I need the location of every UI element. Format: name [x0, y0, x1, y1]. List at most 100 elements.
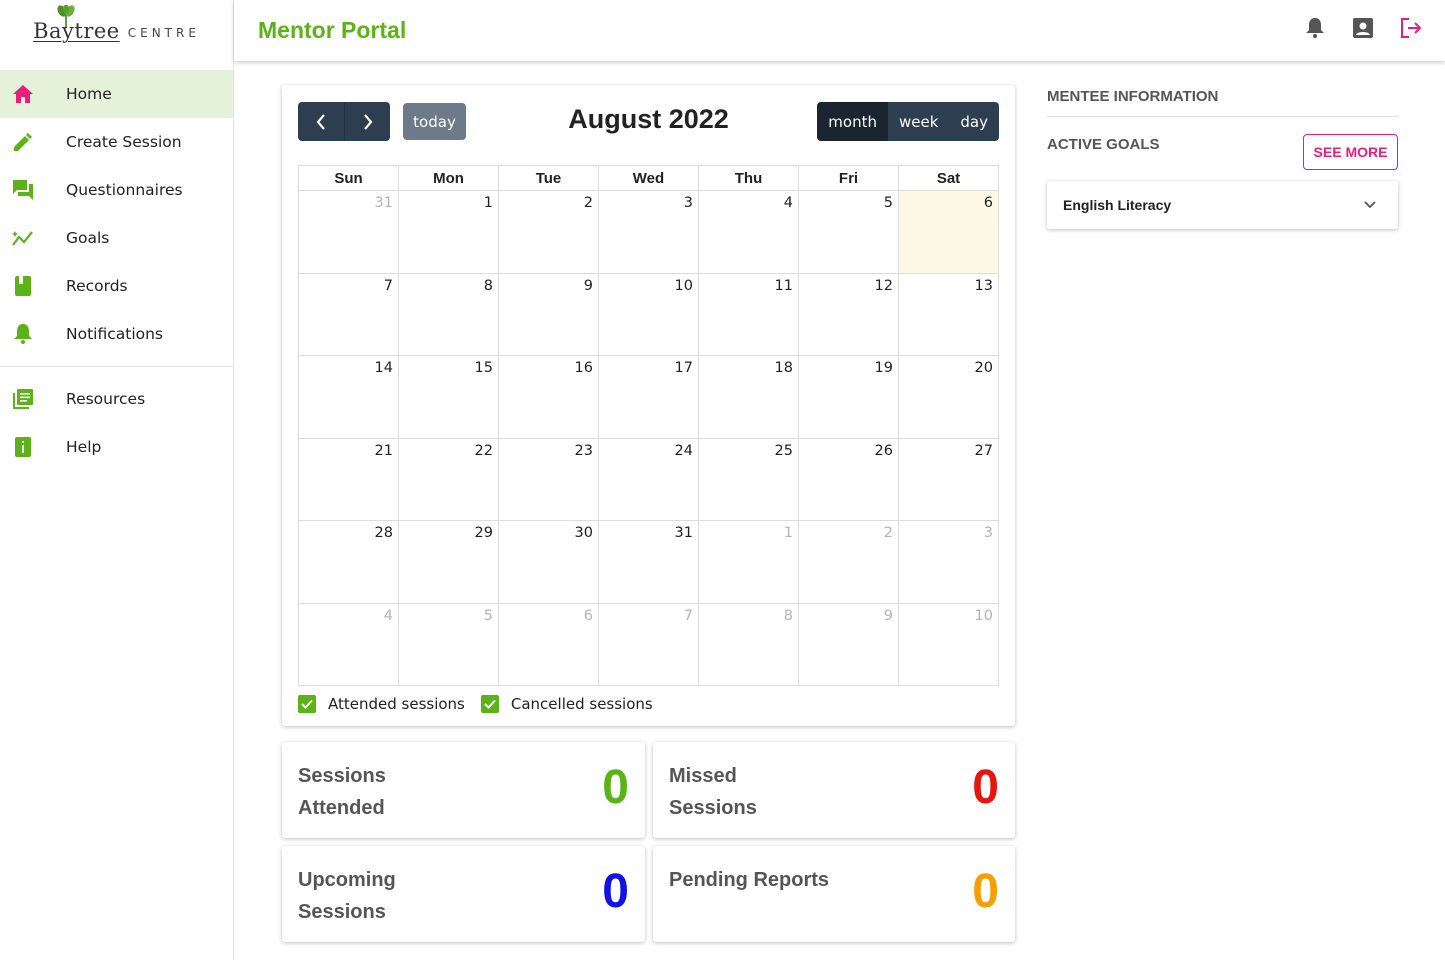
active-goals-heading: ACTIVE GOALS	[1047, 136, 1160, 153]
calendar-day-cell[interactable]: 10	[598, 272, 699, 356]
weekday-header: Tue	[498, 165, 599, 191]
weekday-header-row: Sun Mon Tue Wed Thu Fri Sat	[298, 165, 999, 191]
calendar-day-cell[interactable]: 20	[898, 355, 999, 439]
calendar-day-cell[interactable]: 7	[298, 272, 399, 356]
sidebar-item-questionnaires[interactable]: Questionnaires	[0, 166, 233, 214]
stat-value: 0	[972, 761, 999, 814]
legend-label: Cancelled sessions	[510, 695, 653, 713]
calendar-day-cell[interactable]: 26	[798, 437, 899, 521]
calendar-day-cell[interactable]: 29	[398, 520, 499, 604]
sidebar-divider	[0, 366, 233, 367]
calendar-day-cell[interactable]: 19	[798, 355, 899, 439]
calendar-day-cell-today[interactable]: 6	[898, 190, 999, 274]
calendar-day-cell[interactable]: 2	[798, 520, 899, 604]
bell-icon	[12, 323, 34, 345]
stat-label: Pending Reports	[669, 869, 830, 891]
sidebar-item-label: Help	[66, 438, 102, 456]
sidebar-item-home[interactable]: Home	[0, 70, 233, 118]
calendar-nav-group	[298, 102, 390, 141]
calendar-day-cell[interactable]: 17	[598, 355, 699, 439]
calendar-day-cell[interactable]: 16	[498, 355, 599, 439]
calendar-day-cell[interactable]: 11	[698, 272, 799, 356]
sparkline-icon	[12, 227, 34, 249]
chevron-left-icon	[316, 113, 325, 130]
book-icon	[12, 275, 34, 297]
calendar-day-cell[interactable]: 8	[698, 602, 799, 686]
weekday-header: Sun	[298, 165, 399, 191]
calendar-day-cell[interactable]: 12	[798, 272, 899, 356]
sidebar-item-notifications[interactable]: Notifications	[0, 310, 233, 358]
calendar-day-cell[interactable]: 24	[598, 437, 699, 521]
sidebar-item-goals[interactable]: Goals	[0, 214, 233, 262]
calendar-day-cell[interactable]: 8	[398, 272, 499, 356]
calendar-day-cell[interactable]: 4	[698, 190, 799, 274]
checkbox-checked-icon	[298, 695, 316, 713]
calendar-day-cell[interactable]: 15	[398, 355, 499, 439]
calendar-day-cell[interactable]: 4	[298, 602, 399, 686]
chevron-right-icon	[363, 113, 372, 130]
calendar-day-cell[interactable]: 30	[498, 520, 599, 604]
calendar-day-cell[interactable]: 9	[798, 602, 899, 686]
header-actions	[1301, 14, 1425, 42]
notifications-button[interactable]	[1301, 14, 1329, 42]
active-goals-header: ACTIVE GOALS SEE MORE	[1047, 124, 1398, 172]
calendar-day-cell[interactable]: 28	[298, 520, 399, 604]
calendar-week-row: 28 29 30 31 1 2 3	[298, 520, 999, 604]
next-month-button[interactable]	[344, 102, 390, 141]
calendar-day-cell[interactable]: 1	[398, 190, 499, 274]
calendar-day-cell[interactable]: 27	[898, 437, 999, 521]
calendar-day-cell[interactable]: 25	[698, 437, 799, 521]
sidebar-item-label: Create Session	[66, 133, 182, 151]
calendar-day-cell[interactable]: 5	[798, 190, 899, 274]
profile-button[interactable]	[1349, 14, 1377, 42]
calendar-day-cell[interactable]: 7	[598, 602, 699, 686]
pencil-icon	[12, 131, 34, 153]
view-day-button[interactable]: day	[949, 102, 999, 141]
sidebar-item-create-session[interactable]: Create Session	[0, 118, 233, 166]
calendar-week-row: 21 22 23 24 25 26 27	[298, 437, 999, 521]
weekday-header: Sat	[898, 165, 999, 191]
calendar-day-cell[interactable]: 22	[398, 437, 499, 521]
prev-month-button[interactable]	[298, 102, 344, 141]
today-button[interactable]: today	[403, 103, 466, 140]
calendar-day-cell[interactable]: 5	[398, 602, 499, 686]
mentee-panel: MENTEE INFORMATION ACTIVE GOALS SEE MORE…	[1047, 88, 1398, 229]
calendar-day-cell[interactable]: 3	[598, 190, 699, 274]
calendar-day-cell[interactable]: 1	[698, 520, 799, 604]
chevron-down-icon	[1364, 201, 1376, 209]
calendar-day-cell[interactable]: 23	[498, 437, 599, 521]
bell-icon	[1306, 18, 1324, 38]
cancelled-sessions-checkbox[interactable]: Cancelled sessions	[480, 695, 653, 713]
legend-label: Attended sessions	[328, 695, 465, 713]
calendar-day-cell[interactable]: 21	[298, 437, 399, 521]
logout-button[interactable]	[1397, 14, 1425, 42]
sidebar-item-records[interactable]: Records	[0, 262, 233, 310]
calendar-day-cell[interactable]: 18	[698, 355, 799, 439]
view-week-button[interactable]: week	[887, 102, 950, 141]
attended-sessions-checkbox[interactable]: Attended sessions	[298, 695, 465, 713]
calendar-day-cell[interactable]: 9	[498, 272, 599, 356]
sidebar-item-label: Records	[66, 277, 128, 295]
sidebar-item-help[interactable]: Help	[0, 423, 233, 471]
page-title: Mentor Portal	[258, 17, 407, 43]
calendar-day-cell[interactable]: 13	[898, 272, 999, 356]
calendar-day-cell[interactable]: 10	[898, 602, 999, 686]
weekday-header: Fri	[798, 165, 899, 191]
forum-icon	[12, 179, 34, 201]
account-box-icon	[1353, 18, 1373, 38]
see-more-button[interactable]: SEE MORE	[1303, 134, 1398, 170]
calendar-day-cell[interactable]: 6	[498, 602, 599, 686]
stat-card-sessions-attended: Sessions Attended 0	[282, 742, 645, 838]
calendar-day-cell[interactable]: 31	[298, 190, 399, 274]
logo[interactable]: Baytree CENTRE	[0, 0, 233, 62]
calendar-day-cell[interactable]: 31	[598, 520, 699, 604]
stat-label: Upcoming Sessions	[298, 869, 396, 923]
view-month-button[interactable]: month	[817, 102, 888, 141]
calendar-day-cell[interactable]: 14	[298, 355, 399, 439]
mentee-information-heading: MENTEE INFORMATION	[1047, 88, 1219, 105]
sidebar-item-resources[interactable]: Resources	[0, 375, 233, 423]
goal-accordion-item[interactable]: English Literacy	[1047, 181, 1398, 229]
calendar-week-row: 31 1 2 3 4 5 6	[298, 190, 999, 274]
calendar-day-cell[interactable]: 3	[898, 520, 999, 604]
calendar-day-cell[interactable]: 2	[498, 190, 599, 274]
